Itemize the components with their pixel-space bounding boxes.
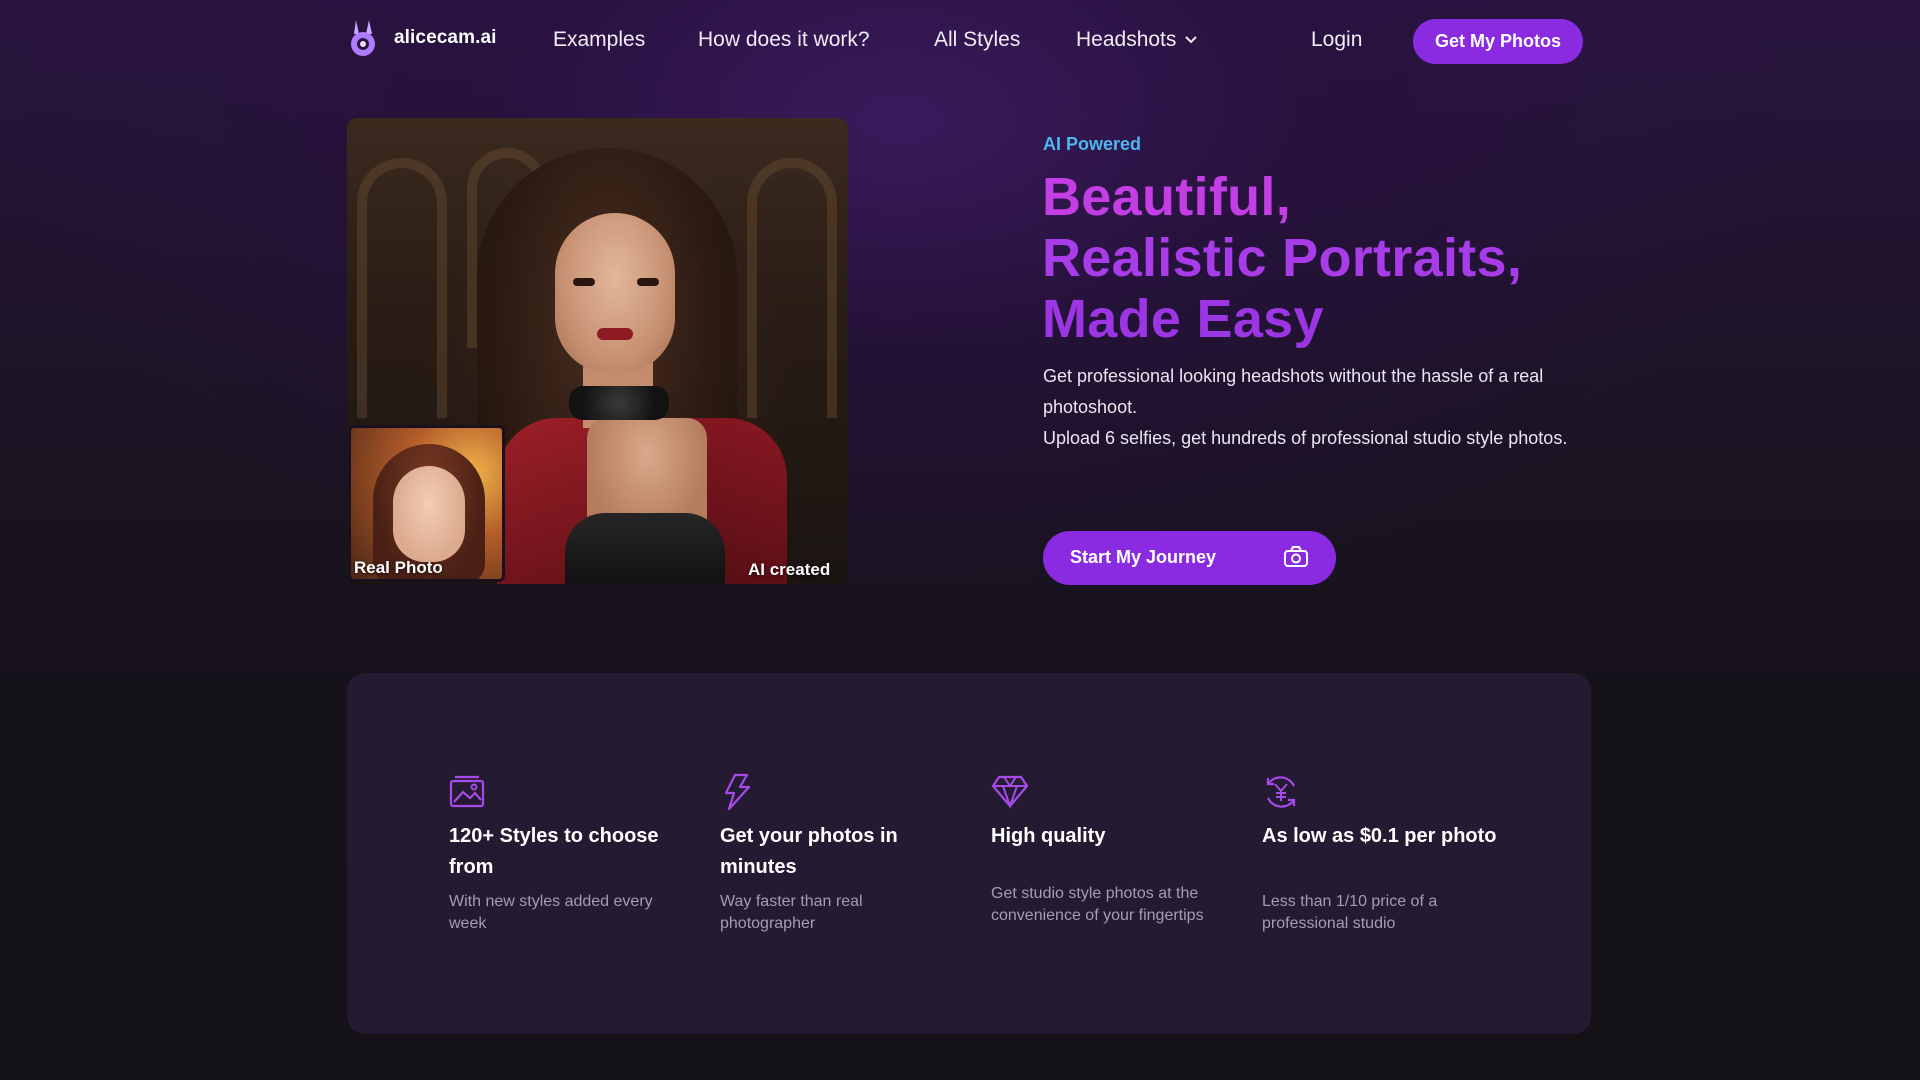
hero-eyebrow: AI Powered — [1043, 134, 1142, 154]
real-photo-label: Real Photo — [354, 558, 443, 577]
feature-description: Way faster than real photographer — [720, 893, 863, 932]
get-my-photos-button[interactable]: Get My Photos — [1413, 19, 1583, 64]
chevron-down-icon — [1185, 36, 1198, 44]
hero-headline: Beautiful, Realistic Portraits, Made Eas… — [1042, 167, 1602, 350]
feature-description: Get studio style photos at the convenien… — [991, 885, 1204, 924]
feature-title: As low as $0.1 per photo — [1262, 825, 1497, 847]
nav-link-how-it-works[interactable]: How does it work? — [698, 28, 870, 52]
diamond-icon — [991, 775, 1029, 809]
nav-dropdown-headshots[interactable]: Headshots — [1076, 28, 1198, 52]
top-nav: alicecam.ai Examples How does it work? A… — [0, 0, 1920, 82]
ai-created-label: AI created — [748, 560, 831, 579]
headline-line-3: Made Easy — [1042, 289, 1324, 349]
camera-icon — [1284, 546, 1308, 567]
hero-description-2: Upload 6 selfies, get hundreds of profes… — [1043, 428, 1568, 448]
brand-logo[interactable]: alicecam.ai — [346, 18, 497, 58]
features-panel: 120+ Styles to choose from With new styl… — [347, 673, 1591, 1034]
yen-refresh-icon — [1266, 776, 1296, 808]
login-link[interactable]: Login — [1311, 28, 1362, 52]
feature-description: Less than 1/10 price of a professional s… — [1262, 893, 1438, 932]
headline-line-2: Realistic Portraits, — [1042, 228, 1523, 288]
hero-description-1: Get professional looking headshots witho… — [1043, 366, 1544, 417]
start-my-journey-button[interactable]: Start My Journey — [1043, 531, 1336, 585]
feature-title: 120+ Styles to choose from — [449, 825, 659, 878]
bunny-camera-icon — [351, 20, 375, 56]
nav-dropdown-label: Headshots — [1076, 28, 1177, 51]
feature-description: With new styles added every week — [449, 893, 653, 932]
nav-link-examples[interactable]: Examples — [553, 28, 645, 52]
brand-name: alicecam.ai — [394, 27, 497, 48]
start-my-journey-label: Start My Journey — [1070, 547, 1217, 567]
feature-title: Get your photos in minutes — [720, 825, 898, 878]
image-gallery-icon — [449, 775, 485, 808]
nav-link-all-styles[interactable]: All Styles — [934, 28, 1020, 52]
headline-line-1: Beautiful, — [1042, 167, 1292, 227]
lightning-icon — [724, 773, 751, 811]
feature-title: High quality — [991, 825, 1106, 847]
